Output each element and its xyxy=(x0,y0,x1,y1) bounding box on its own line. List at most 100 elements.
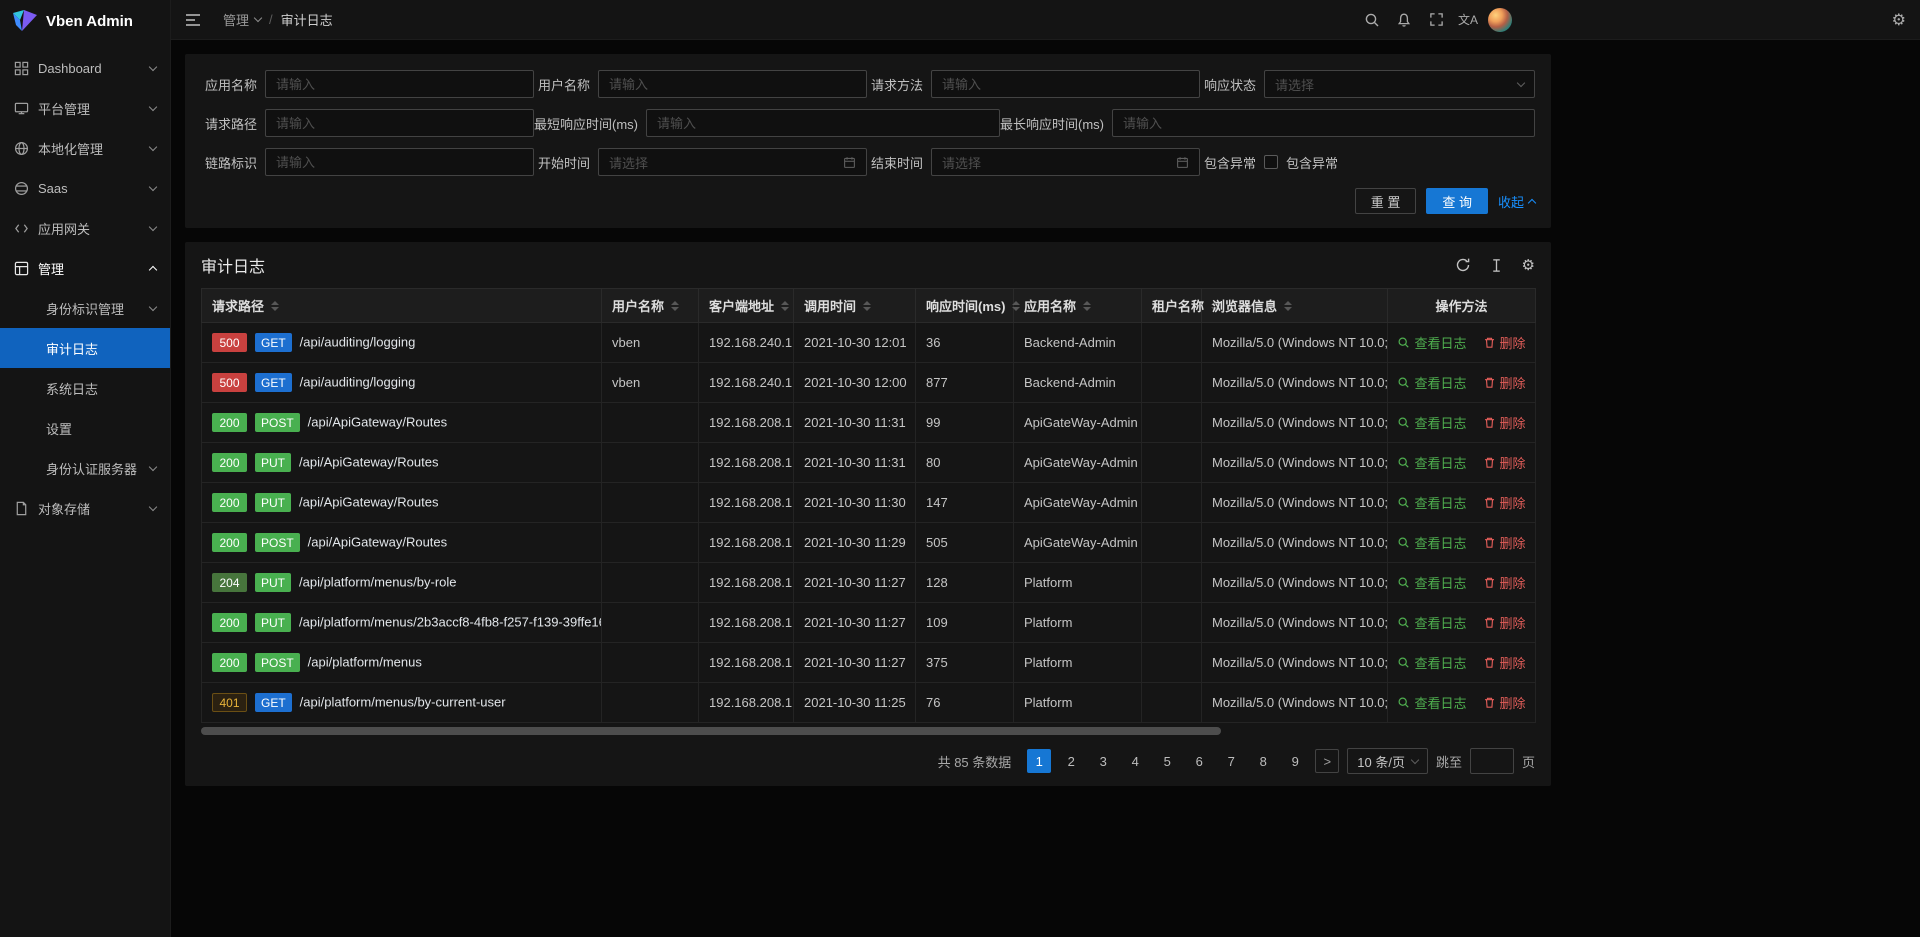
end-time-picker[interactable]: 请选择 xyxy=(931,148,1200,176)
view-log-button[interactable]: 查看日志 xyxy=(1397,653,1466,672)
table-row[interactable]: 200POST/api/platform/menus 192.168.208.1… xyxy=(202,643,1536,683)
view-log-button[interactable]: 查看日志 xyxy=(1397,453,1466,472)
view-log-button[interactable]: 查看日志 xyxy=(1397,533,1466,552)
table-row[interactable]: 200POST/api/ApiGateway/Routes 192.168.20… xyxy=(202,523,1536,563)
fullscreen-icon[interactable] xyxy=(1420,0,1452,40)
sort-icon[interactable] xyxy=(671,301,679,311)
page-button-2[interactable]: 2 xyxy=(1059,749,1083,773)
sort-icon[interactable] xyxy=(1083,301,1091,311)
col-user-name[interactable]: 用户名称 xyxy=(602,289,699,323)
avatar[interactable] xyxy=(1484,0,1516,40)
gear-icon[interactable]: ⚙ xyxy=(1892,0,1906,40)
col-response-time[interactable]: 响应时间(ms) xyxy=(916,289,1014,323)
sort-icon[interactable] xyxy=(1284,301,1292,311)
delete-button[interactable]: 删除 xyxy=(1483,613,1526,632)
sidebar-item-object-storage[interactable]: 对象存储 xyxy=(0,488,170,528)
table-row[interactable]: 401GET/api/platform/menus/by-current-use… xyxy=(202,683,1536,723)
table-row[interactable]: 200POST/api/ApiGateway/Routes 192.168.20… xyxy=(202,403,1536,443)
sidebar-item-gateway[interactable]: 应用网关 xyxy=(0,208,170,248)
delete-button[interactable]: 删除 xyxy=(1483,533,1526,552)
page-button-4[interactable]: 4 xyxy=(1123,749,1147,773)
page-size-select[interactable]: 10 条/页 xyxy=(1347,748,1428,774)
user-name-input[interactable] xyxy=(598,70,867,98)
col-browser-info[interactable]: 浏览器信息 xyxy=(1202,289,1388,323)
col-invoke-time[interactable]: 调用时间 xyxy=(794,289,916,323)
bell-icon[interactable] xyxy=(1388,0,1420,40)
sidebar-item-system-log[interactable]: 系统日志 xyxy=(0,368,170,408)
method-badge: PUT xyxy=(255,453,291,472)
col-tenant-name[interactable]: 租户名称 xyxy=(1142,289,1202,323)
col-app-name[interactable]: 应用名称 xyxy=(1014,289,1142,323)
query-button[interactable]: 查 询 xyxy=(1426,188,1488,214)
table-row[interactable]: 200PUT/api/ApiGateway/Routes 192.168.208… xyxy=(202,483,1536,523)
breadcrumb-parent[interactable]: 管理 xyxy=(223,10,261,29)
view-log-button[interactable]: 查看日志 xyxy=(1397,613,1466,632)
sidebar-item-management[interactable]: 管理 xyxy=(0,248,170,288)
request-path-input[interactable] xyxy=(265,109,534,137)
sidebar-item-identity-management[interactable]: 身份标识管理 xyxy=(0,288,170,328)
trace-id-input[interactable] xyxy=(265,148,534,176)
max-response-time-input[interactable] xyxy=(1112,109,1535,137)
delete-button[interactable]: 删除 xyxy=(1483,453,1526,472)
table-row[interactable]: 200PUT/api/platform/menus/2b3accf8-4fb8-… xyxy=(202,603,1536,643)
refresh-icon[interactable] xyxy=(1455,257,1471,273)
invoke-time-cell: 2021-10-30 11:27 xyxy=(794,563,916,603)
delete-button[interactable]: 删除 xyxy=(1483,653,1526,672)
table-row[interactable]: 204PUT/api/platform/menus/by-role 192.16… xyxy=(202,563,1536,603)
sidebar-item-dashboard[interactable]: Dashboard xyxy=(0,48,170,88)
collapse-link[interactable]: 收起 xyxy=(1498,192,1535,211)
response-time-cell: 36 xyxy=(916,323,1014,363)
page-button-5[interactable]: 5 xyxy=(1155,749,1179,773)
page-button-9[interactable]: 9 xyxy=(1283,749,1307,773)
sort-icon[interactable] xyxy=(271,301,279,311)
reset-button[interactable]: 重 置 xyxy=(1355,188,1417,214)
col-request-path[interactable]: 请求路径 xyxy=(202,289,602,323)
sort-icon[interactable] xyxy=(781,301,789,311)
next-page-button[interactable]: > xyxy=(1315,749,1339,773)
view-log-button[interactable]: 查看日志 xyxy=(1397,573,1466,592)
sidebar-item-saas[interactable]: Saas xyxy=(0,168,170,208)
delete-button[interactable]: 删除 xyxy=(1483,493,1526,512)
response-status-select[interactable]: 请选择 xyxy=(1264,70,1535,98)
include-exception-checkbox[interactable] xyxy=(1264,155,1278,169)
min-response-time-input[interactable] xyxy=(646,109,1000,137)
table-row[interactable]: 500GET/api/auditing/logging vben 192.168… xyxy=(202,323,1536,363)
delete-button[interactable]: 删除 xyxy=(1483,373,1526,392)
sidebar-item-audit-log[interactable]: 审计日志 xyxy=(0,328,170,368)
start-time-picker[interactable]: 请选择 xyxy=(598,148,867,176)
jump-page-input[interactable] xyxy=(1470,748,1514,774)
horizontal-scrollbar[interactable] xyxy=(201,727,1221,735)
app-name-input[interactable] xyxy=(265,70,534,98)
page-button-8[interactable]: 8 xyxy=(1251,749,1275,773)
delete-button[interactable]: 删除 xyxy=(1483,693,1526,712)
view-log-button[interactable]: 查看日志 xyxy=(1397,333,1466,352)
table-row[interactable]: 200PUT/api/ApiGateway/Routes 192.168.208… xyxy=(202,443,1536,483)
sort-icon[interactable] xyxy=(1012,301,1020,311)
sidebar-item-settings[interactable]: 设置 xyxy=(0,408,170,448)
menu-fold-icon[interactable] xyxy=(185,0,211,40)
table-row[interactable]: 500GET/api/auditing/logging vben 192.168… xyxy=(202,363,1536,403)
request-method-input[interactable] xyxy=(931,70,1200,98)
translate-icon[interactable]: 文A xyxy=(1452,0,1484,40)
col-client-address[interactable]: 客户端地址 xyxy=(699,289,794,323)
sidebar-item-platform[interactable]: 平台管理 xyxy=(0,88,170,128)
page-button-3[interactable]: 3 xyxy=(1091,749,1115,773)
page-button-6[interactable]: 6 xyxy=(1187,749,1211,773)
user-name-cell xyxy=(602,603,699,643)
app-logo[interactable]: Vben Admin xyxy=(0,0,170,42)
view-log-button[interactable]: 查看日志 xyxy=(1397,413,1466,432)
delete-button[interactable]: 删除 xyxy=(1483,333,1526,352)
search-icon[interactable] xyxy=(1356,0,1388,40)
row-height-icon[interactable] xyxy=(1489,258,1504,273)
page-button-7[interactable]: 7 xyxy=(1219,749,1243,773)
sort-icon[interactable] xyxy=(863,301,871,311)
view-log-button[interactable]: 查看日志 xyxy=(1397,493,1466,512)
sidebar-item-localization[interactable]: 本地化管理 xyxy=(0,128,170,168)
view-log-button[interactable]: 查看日志 xyxy=(1397,693,1466,712)
delete-button[interactable]: 删除 xyxy=(1483,413,1526,432)
page-button-1[interactable]: 1 xyxy=(1027,749,1051,773)
view-log-button[interactable]: 查看日志 xyxy=(1397,373,1466,392)
column-settings-icon[interactable]: ⚙ xyxy=(1522,258,1535,273)
delete-button[interactable]: 删除 xyxy=(1483,573,1526,592)
sidebar-item-identity-server[interactable]: 身份认证服务器 xyxy=(0,448,170,488)
